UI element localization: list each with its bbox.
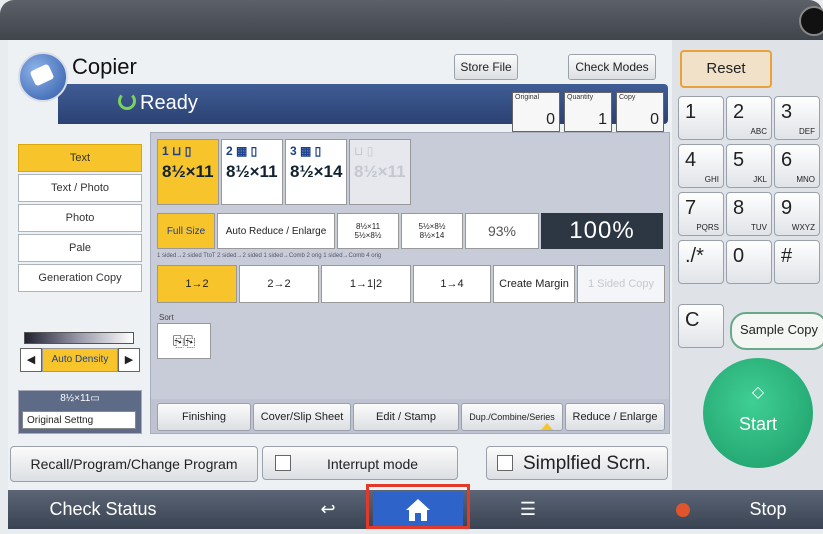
density-control: ◀ Auto Density ▶ xyxy=(18,332,140,380)
camera-icon xyxy=(799,6,823,36)
mode-text-photo[interactable]: Text / Photo xyxy=(18,174,142,202)
sort-button[interactable]: ⎘⎘ xyxy=(157,323,211,359)
combine-4-button[interactable]: 1→4 xyxy=(413,265,491,303)
ready-icon xyxy=(118,92,136,110)
auto-density-button[interactable]: Auto Density xyxy=(42,348,118,372)
original-counter: Original 0 xyxy=(512,92,560,132)
preset-ratio-a-button[interactable]: 8½×11 5½×8½ xyxy=(337,213,399,249)
status-ready: Ready xyxy=(118,92,198,115)
menu-icon[interactable]: ☰ xyxy=(498,490,558,529)
key-3[interactable]: 3 DEF xyxy=(774,96,820,140)
key-6[interactable]: 6 MNO xyxy=(774,144,820,188)
app-title: Copier xyxy=(72,54,137,79)
check-status-button[interactable]: Check Status xyxy=(28,490,178,529)
duplex-2-to-2-button[interactable]: 2→2 xyxy=(239,265,319,303)
key-8[interactable]: 8 TUV xyxy=(726,192,772,236)
key-4[interactable]: 4 GHI xyxy=(678,144,724,188)
quantity-counter: Quantity 1 xyxy=(564,92,612,132)
mode-photo[interactable]: Photo xyxy=(18,204,142,232)
tab-edit-stamp[interactable]: Edit / Stamp xyxy=(353,403,459,431)
main-settings-panel: 1 ⊔ ▯ 8½×11 2 ▦ ▯ 8½×11 3 ▦ ▯ 8½×14 ⊔ ▯ 8½×1… xyxy=(150,132,670,434)
device-bezel xyxy=(0,0,823,40)
stop-indicator-icon xyxy=(668,490,698,529)
duplex-caption: 1 sided→2 sided TtoT 2 sided→2 sided 1 s… xyxy=(157,253,382,259)
mode-pale[interactable]: Pale xyxy=(18,234,142,262)
check-modes-button[interactable]: Check Modes xyxy=(568,54,656,80)
key-1[interactable]: 1 xyxy=(678,96,724,140)
home-highlight-box xyxy=(366,484,470,529)
stop-button[interactable]: Stop xyxy=(738,490,798,529)
recall-program-button[interactable]: Recall/Program/Change Program xyxy=(10,446,258,482)
start-button[interactable]: ◇ Start xyxy=(703,358,813,468)
tab-cover-slip-sheet[interactable]: Cover/Slip Sheet xyxy=(253,403,351,431)
preset-ratio-b-button[interactable]: 5½×8½ 8½×14 xyxy=(401,213,463,249)
paper-tray-2[interactable]: 2 ▦ ▯ 8½×11 xyxy=(221,139,283,205)
key-dot-star[interactable]: ./* xyxy=(678,240,724,284)
key-hash[interactable]: # xyxy=(774,240,820,284)
paper-tray-3[interactable]: 3 ▦ ▯ 8½×14 xyxy=(285,139,347,205)
auto-reduce-enlarge-button[interactable]: Auto Reduce / Enlarge xyxy=(217,213,335,249)
sort-label: Sort xyxy=(159,313,174,322)
density-right-icon[interactable]: ▶ xyxy=(118,348,140,372)
tab-reduce-enlarge[interactable]: Reduce / Enlarge xyxy=(565,403,665,431)
combine-2-button[interactable]: 1→1|2 xyxy=(321,265,411,303)
clear-key[interactable]: C xyxy=(678,304,724,348)
copy-counter: Copy 0 xyxy=(616,92,664,132)
simplified-checkbox xyxy=(497,455,513,471)
simplified-screen-button[interactable]: Simplfied Scrn. xyxy=(486,446,668,480)
copier-app-icon xyxy=(18,52,68,102)
mode-text[interactable]: Text xyxy=(18,144,142,172)
original-settings-button[interactable]: Original Settng xyxy=(22,411,136,429)
mode-generation-copy[interactable]: Generation Copy xyxy=(18,264,142,292)
reset-button[interactable]: Reset xyxy=(680,50,772,88)
original-size: 8½×11▭ xyxy=(60,393,100,404)
density-scale xyxy=(24,332,134,344)
ratio-display[interactable]: 100% xyxy=(541,213,663,249)
function-tabs: Finishing Cover/Slip Sheet Edit / Stamp … xyxy=(151,399,669,433)
back-arrow-icon[interactable]: ↩ xyxy=(298,490,358,529)
key-0[interactable]: 0 xyxy=(726,240,772,284)
tab-finishing[interactable]: Finishing xyxy=(157,403,251,431)
key-2[interactable]: 2 ABC xyxy=(726,96,772,140)
original-settings-panel: 8½×11▭ Original Settng xyxy=(18,390,142,434)
start-icon: ◇ xyxy=(751,384,765,401)
key-9[interactable]: 9 WXYZ xyxy=(774,192,820,236)
preset-93-button[interactable]: 93% xyxy=(465,213,539,249)
start-label: Start xyxy=(738,414,777,434)
interrupt-checkbox xyxy=(275,455,291,471)
full-size-button[interactable]: Full Size xyxy=(157,213,215,249)
duplex-1-to-2-button[interactable]: 1→2 xyxy=(157,265,237,303)
one-sided-copy-button[interactable]: 1 Sided Copy xyxy=(577,265,665,303)
create-margin-button[interactable]: Create Margin xyxy=(493,265,575,303)
sample-copy-button[interactable]: Sample Copy xyxy=(730,312,823,350)
copier-screen: Copier Ready Store File Check Modes Orig… xyxy=(8,40,823,510)
interrupt-mode-button[interactable]: Interrupt mode xyxy=(262,446,458,480)
status-text: Ready xyxy=(140,92,198,114)
key-7[interactable]: 7 PQRS xyxy=(678,192,724,236)
store-file-button[interactable]: Store File xyxy=(454,54,518,80)
density-left-icon[interactable]: ◀ xyxy=(20,348,42,372)
paper-tray-1[interactable]: 1 ⊔ ▯ 8½×11 xyxy=(157,139,219,205)
active-tab-indicator xyxy=(541,423,553,430)
paper-tray-bypass[interactable]: ⊔ ▯ 8½×11 xyxy=(349,139,411,205)
key-5[interactable]: 5 JKL xyxy=(726,144,772,188)
